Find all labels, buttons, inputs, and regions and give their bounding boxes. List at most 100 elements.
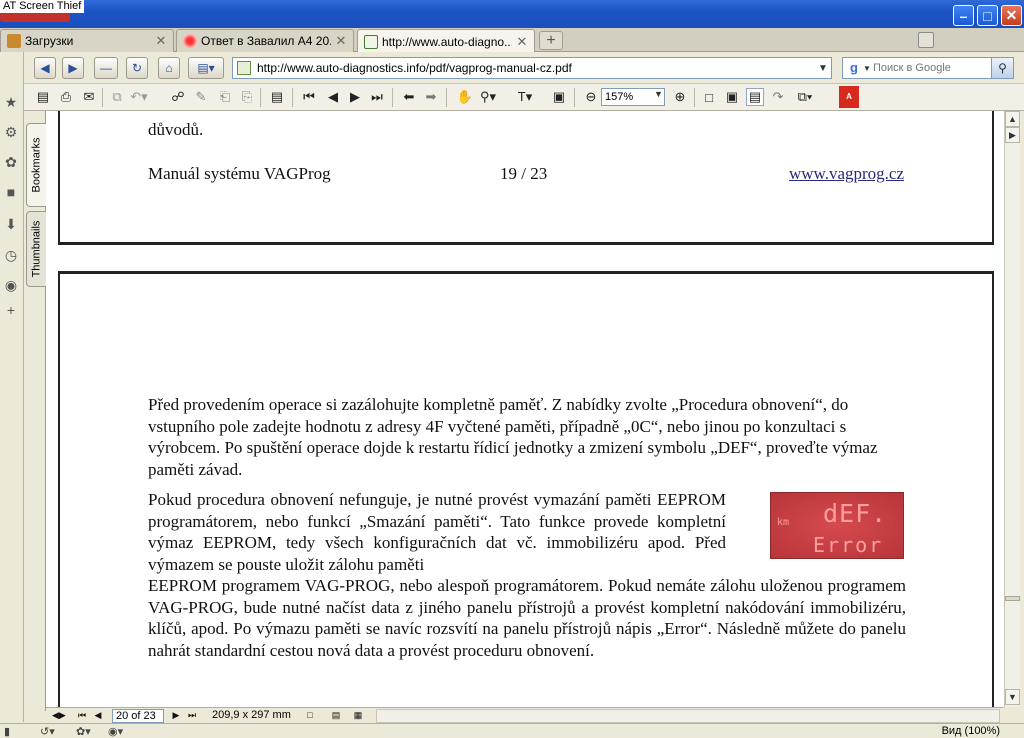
- hand-tool-icon[interactable]: ✋: [456, 88, 474, 106]
- history-clock-icon[interactable]: ◷: [3, 247, 19, 263]
- forward-button[interactable]: ▶: [62, 57, 84, 79]
- bookmark-star-icon[interactable]: ★: [3, 94, 19, 110]
- tab-list-icon[interactable]: [918, 32, 934, 48]
- text-select-icon[interactable]: T▾: [516, 88, 534, 106]
- scroll-next-icon[interactable]: ▶: [1005, 127, 1020, 143]
- close-window-button[interactable]: ✕: [1001, 5, 1022, 26]
- prev-document-icon[interactable]: ⎗: [216, 88, 234, 106]
- browser-status-bar: ▮ ↺▾ ✿▾ ◉▾ Вид (100%): [0, 723, 1024, 738]
- fit-page-icon[interactable]: ▣: [723, 88, 741, 106]
- continuous-page-icon[interactable]: ▤: [330, 709, 342, 722]
- browser-sidebar: ★ ⚙ ✿ ■ ⬇ ◷ ◉ +: [0, 52, 24, 722]
- share-icon[interactable]: ✿: [3, 154, 19, 170]
- facing-pages-icon[interactable]: ▦: [352, 709, 364, 722]
- back-button[interactable]: ◀: [34, 57, 56, 79]
- url-dropdown-icon[interactable]: ▼: [815, 63, 831, 74]
- zoom-tool-icon[interactable]: ⚲▾: [479, 88, 497, 106]
- email-icon[interactable]: ✉: [80, 88, 98, 106]
- globe-icon[interactable]: ◉: [3, 277, 19, 293]
- print-icon[interactable]: ⎙: [57, 88, 75, 106]
- scroll-down-icon[interactable]: ▼: [1005, 689, 1020, 705]
- sidebar-toggle-icon[interactable]: ▮: [4, 725, 10, 738]
- separator: [446, 88, 447, 107]
- copy-icon[interactable]: ⧉: [108, 88, 126, 106]
- single-page-icon[interactable]: □: [304, 709, 316, 722]
- rotate-view-icon[interactable]: ⧉▾: [796, 88, 814, 106]
- search-engine-dropdown-icon[interactable]: ▼: [863, 64, 873, 73]
- minimize-button[interactable]: –: [953, 5, 974, 26]
- google-icon[interactable]: g: [845, 60, 863, 76]
- lcd-unit: km: [777, 517, 790, 528]
- tab-bookmarks[interactable]: Bookmarks: [26, 123, 46, 207]
- paragraph-3: EEPROM programem VAG-PROG, nebo alespoň …: [148, 576, 906, 660]
- new-tab-button[interactable]: +: [539, 31, 563, 50]
- tab-downloads[interactable]: Загрузки ✕: [0, 29, 174, 52]
- next-document-icon[interactable]: ⎘: [238, 88, 256, 106]
- tab-label: http://www.auto-diagno...: [382, 34, 512, 49]
- undo-icon[interactable]: ↶▾: [130, 88, 148, 106]
- previous-page-icon[interactable]: ◀: [324, 88, 342, 106]
- separator: [574, 88, 575, 107]
- home-button[interactable]: ⌂: [158, 57, 180, 79]
- image-menu-button[interactable]: ▤▾: [188, 57, 224, 79]
- next-view-icon[interactable]: ➡: [422, 88, 440, 106]
- zoom-dropdown-icon[interactable]: ▼: [654, 89, 663, 99]
- reload-button[interactable]: ↻: [126, 57, 148, 79]
- lcd-line-2: Error: [813, 533, 884, 557]
- first-page-icon[interactable]: ⏮: [300, 88, 318, 106]
- next-page-small-icon[interactable]: ▶: [170, 709, 182, 722]
- tab-pdf[interactable]: http://www.auto-diagno... ✕: [357, 29, 535, 53]
- save-icon[interactable]: ▤: [34, 88, 52, 106]
- reflow-icon[interactable]: ↷: [769, 88, 787, 106]
- page-view-icon[interactable]: ▤: [268, 88, 286, 106]
- page-number-field[interactable]: 20 of 23: [112, 709, 164, 723]
- first-page-small-icon[interactable]: ⏮: [76, 709, 88, 722]
- pdf-page-19: důvodů. Manuál systému VAGProg 19 / 23 w…: [58, 111, 994, 245]
- search-text-icon[interactable]: ✎: [192, 88, 210, 106]
- previous-view-icon[interactable]: ⬅: [400, 88, 418, 106]
- url-text[interactable]: http://www.auto-diagnostics.info/pdf/vag…: [257, 61, 815, 75]
- scroll-up-icon[interactable]: ▲: [1005, 111, 1020, 127]
- tab-forum[interactable]: Ответ в Завалил А4 20... ✕: [176, 29, 354, 52]
- search-box: g ▼ ⚲: [842, 57, 1014, 79]
- snapshot-icon[interactable]: ▣: [550, 88, 568, 106]
- adobe-logo-icon[interactable]: A: [839, 86, 859, 108]
- note-icon[interactable]: ■: [3, 184, 19, 200]
- find-binoculars-icon[interactable]: ☍: [169, 88, 187, 106]
- zoom-in-icon[interactable]: ⊕: [671, 88, 689, 106]
- sync-icon[interactable]: ↺▾: [40, 725, 55, 738]
- fit-width-icon[interactable]: ▤: [746, 88, 764, 106]
- page-zoom-status[interactable]: Вид (100%): [942, 725, 1000, 737]
- next-page-icon[interactable]: ▶: [346, 88, 364, 106]
- last-page-small-icon[interactable]: ⏭: [186, 709, 198, 722]
- gear-icon[interactable]: ⚙: [3, 124, 19, 140]
- security-icon[interactable]: ◉▾: [108, 725, 123, 738]
- key-icon[interactable]: ―: [94, 57, 118, 79]
- scrollbar-thumb[interactable]: [1005, 596, 1020, 601]
- page-footer-link[interactable]: www.vagprog.cz: [789, 164, 904, 184]
- last-page-icon[interactable]: ⏭: [368, 88, 386, 106]
- vertical-scrollbar[interactable]: ▲ ▶ ▼: [1004, 111, 1020, 707]
- panel-toggle-icon[interactable]: ◀▶: [52, 709, 66, 722]
- close-tab-icon[interactable]: ✕: [155, 33, 167, 49]
- addon-icon[interactable]: ✿▾: [76, 725, 91, 738]
- separator: [292, 88, 293, 107]
- maximize-button[interactable]: □: [977, 5, 998, 26]
- tab-label: Ответ в Завалил А4 20...: [201, 34, 331, 48]
- zoom-out-icon[interactable]: ⊖: [582, 88, 600, 106]
- download-sidebar-icon[interactable]: ⬇: [3, 216, 19, 232]
- pdf-document-view[interactable]: důvodů. Manuál systému VAGProg 19 / 23 w…: [46, 111, 1004, 707]
- previous-page-small-icon[interactable]: ◀: [92, 709, 104, 722]
- horizontal-scrollbar[interactable]: [376, 709, 1000, 723]
- tab-thumbnails[interactable]: Thumbnails: [26, 211, 46, 287]
- close-tab-icon[interactable]: ✕: [335, 33, 347, 49]
- tab-strip: Загрузки ✕ Ответ в Завалил А4 20... ✕ ht…: [0, 28, 1024, 53]
- pdf-page-icon: [364, 34, 378, 49]
- page-footer-number: 19 / 23: [500, 164, 548, 183]
- search-input[interactable]: [873, 62, 991, 74]
- actual-size-icon[interactable]: □: [700, 88, 718, 106]
- search-icon[interactable]: ⚲: [991, 58, 1013, 78]
- close-tab-icon[interactable]: ✕: [516, 34, 528, 50]
- add-icon[interactable]: +: [3, 302, 19, 318]
- address-bar[interactable]: http://www.auto-diagnostics.info/pdf/vag…: [232, 57, 832, 79]
